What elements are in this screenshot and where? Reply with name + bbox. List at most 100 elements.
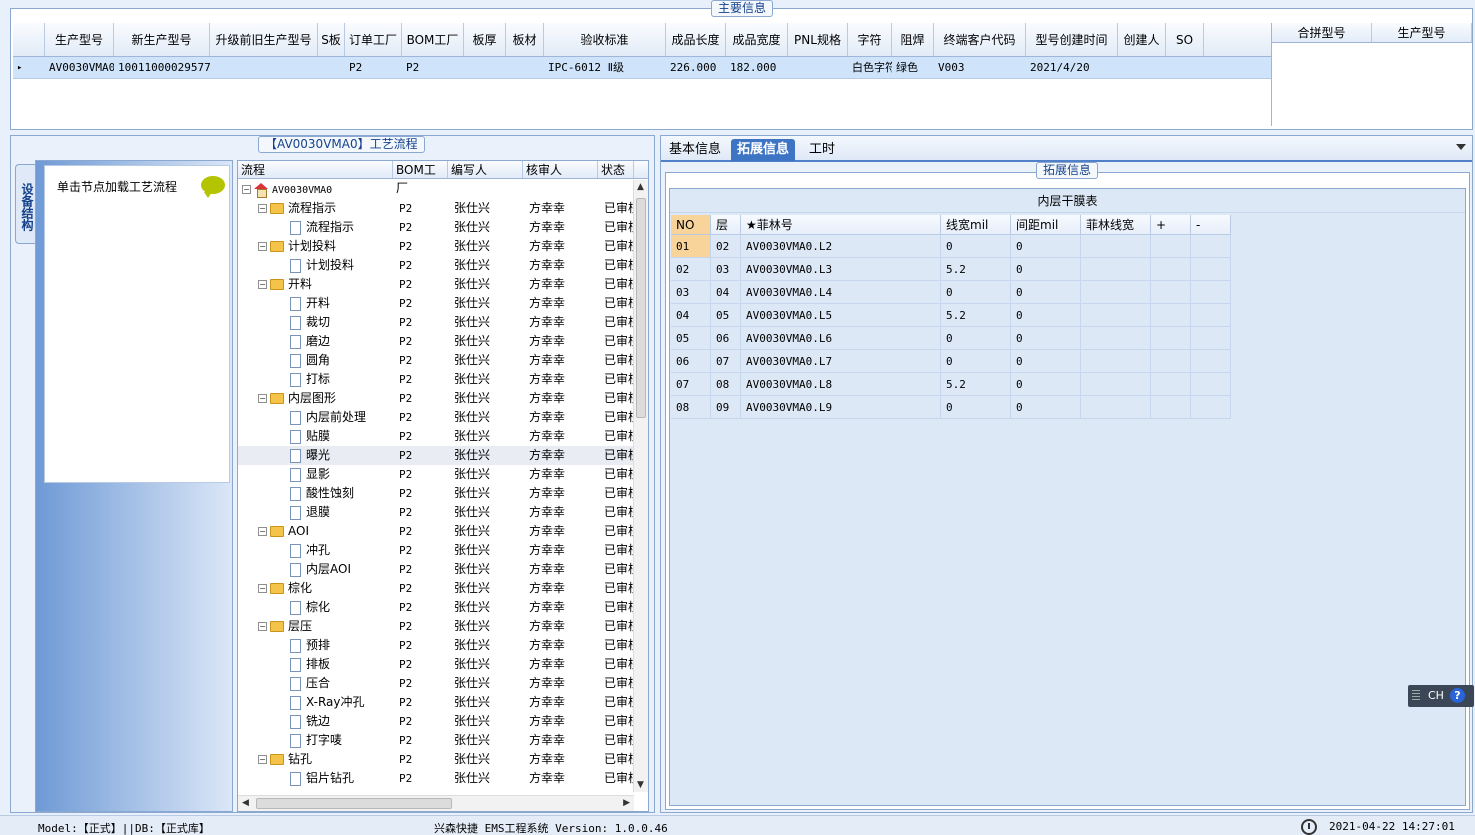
tree-node[interactable]: 酸性蚀刻 P2 张仕兴 方幸幸 已审核 [238, 484, 634, 503]
tree-node-name-cell[interactable]: − 钻孔 [238, 750, 393, 769]
column-header[interactable]: + [1151, 215, 1191, 235]
table-cell[interactable]: AV0030VMA0 [45, 57, 114, 78]
tree-node[interactable]: 磨边 P2 张仕兴 方幸幸 已审核 [238, 332, 634, 351]
collapse-icon[interactable]: − [258, 755, 267, 764]
table-row[interactable]: 03 04 AV0030VMA0.L4 0 0 [671, 281, 1231, 304]
table-cell[interactable]: 05 [671, 327, 711, 350]
table-cell[interactable]: 08 [711, 373, 741, 396]
tree-node[interactable]: 计划投料 P2 张仕兴 方幸幸 已审核 [238, 256, 634, 275]
collapse-icon[interactable]: − [258, 622, 267, 631]
column-header[interactable]: 终端客户代码 [934, 23, 1026, 56]
scroll-right-icon[interactable]: ▶ [623, 798, 630, 808]
table-cell[interactable] [318, 57, 345, 78]
column-header[interactable]: 升级前旧生产型号 [210, 23, 318, 56]
table-cell[interactable]: AV0030VMA0.L2 [741, 235, 941, 258]
ime-toolbar[interactable]: CH ? [1408, 685, 1474, 707]
table-cell[interactable]: 0 [941, 281, 1011, 304]
tree-node[interactable]: 铝片钻孔 P2 张仕兴 方幸幸 已审核 [238, 769, 634, 788]
table-cell[interactable]: 0 [941, 327, 1011, 350]
table-cell[interactable]: 0 [1011, 281, 1081, 304]
table-cell[interactable] [1191, 281, 1231, 304]
column-header[interactable]: 验收标准 [544, 23, 666, 56]
tree-node[interactable]: − 流程指示 P2 张仕兴 方幸幸 已审核 [238, 199, 634, 218]
tree-node-name-cell[interactable]: − 计划投料 [238, 237, 393, 256]
table-cell[interactable]: 5.2 [941, 258, 1011, 281]
column-header[interactable]: 订单工厂 [345, 23, 402, 56]
table-cell[interactable]: P2 [402, 57, 464, 78]
table-cell[interactable] [1151, 281, 1191, 304]
tree-node-name-cell[interactable]: 内层前处理 [238, 408, 393, 427]
table-cell[interactable]: 0 [1011, 327, 1081, 350]
table-row[interactable]: ▸ AV0030VMA0 10011000029577 P2 P2 IPC-6012 Ⅱ级… [13, 57, 1271, 79]
tree-vertical-scrollbar[interactable]: ▲ ▼ [633, 180, 648, 792]
table-cell[interactable] [1081, 373, 1151, 396]
tree-node-name-cell[interactable]: 排板 [238, 655, 393, 674]
column-header[interactable]: 成品宽度 [726, 23, 788, 56]
table-cell[interactable] [1191, 258, 1231, 281]
tree-node[interactable]: 显影 P2 张仕兴 方幸幸 已审核 [238, 465, 634, 484]
table-cell[interactable] [1191, 235, 1231, 258]
tree-node-name-cell[interactable]: 开料 [238, 294, 393, 313]
table-cell[interactable]: P2 [345, 57, 402, 78]
tree-node[interactable]: 内层前处理 P2 张仕兴 方幸幸 已审核 [238, 408, 634, 427]
tab-extension-info[interactable]: 拓展信息 [731, 139, 796, 161]
scroll-up-icon[interactable]: ▲ [637, 182, 644, 192]
tree-node-name-cell[interactable]: 磨边 [238, 332, 393, 351]
table-cell[interactable]: 0 [941, 396, 1011, 419]
scrollbar-thumb[interactable] [636, 198, 646, 418]
help-icon[interactable]: ? [1450, 688, 1465, 703]
table-cell[interactable] [1151, 327, 1191, 350]
tree-node-name-cell[interactable]: 酸性蚀刻 [238, 484, 393, 503]
table-cell[interactable]: AV0030VMA0.L8 [741, 373, 941, 396]
tree-node-name-cell[interactable]: 内层AOI [238, 560, 393, 579]
table-cell[interactable] [1151, 396, 1191, 419]
column-header[interactable]: 型号创建时间 [1026, 23, 1118, 56]
tree-node-name-cell[interactable]: − 流程指示 [238, 199, 393, 218]
tree-node-name-cell[interactable]: X-Ray冲孔 [238, 693, 393, 712]
table-cell[interactable] [1151, 350, 1191, 373]
column-header[interactable]: PNL规格 [788, 23, 848, 56]
collapse-icon[interactable]: − [258, 242, 267, 251]
column-header[interactable]: 层 [711, 215, 741, 235]
table-cell[interactable]: 绿色 [892, 57, 934, 78]
table-cell[interactable]: 5.2 [941, 304, 1011, 327]
column-header[interactable]: 生产型号 [1372, 23, 1472, 42]
collapse-icon[interactable]: − [258, 394, 267, 403]
column-header[interactable]: 新生产型号 [114, 23, 210, 56]
column-header[interactable]: 字符 [848, 23, 892, 56]
tree-node[interactable]: 铣边 P2 张仕兴 方幸幸 已审核 [238, 712, 634, 731]
column-header[interactable]: 流程 [238, 161, 393, 178]
table-cell[interactable]: 白色字符 [848, 57, 892, 78]
column-header[interactable]: 状态 [598, 161, 634, 178]
table-cell[interactable]: 0 [1011, 304, 1081, 327]
tree-node[interactable]: 裁切 P2 张仕兴 方幸幸 已审核 [238, 313, 634, 332]
table-cell[interactable] [1191, 304, 1231, 327]
table-cell[interactable]: 2021/4/20 [1026, 57, 1118, 78]
tree-node[interactable]: 预排 P2 张仕兴 方幸幸 已审核 [238, 636, 634, 655]
table-row[interactable]: 07 08 AV0030VMA0.L8 5.2 0 [671, 373, 1231, 396]
tree-node-name-cell[interactable]: − 棕化 [238, 579, 393, 598]
table-cell[interactable] [1151, 258, 1191, 281]
column-header[interactable]: ★菲林号 [741, 215, 941, 235]
tree-node-name-cell[interactable]: 贴膜 [238, 427, 393, 446]
table-cell[interactable]: 10011000029577 [114, 57, 210, 78]
table-cell[interactable]: 0 [1011, 258, 1081, 281]
column-header[interactable]: 菲林线宽 [1081, 215, 1151, 235]
table-row[interactable]: 04 05 AV0030VMA0.L5 5.2 0 [671, 304, 1231, 327]
column-header[interactable]: 生产型号 [45, 23, 114, 56]
tree-node[interactable]: − 层压 P2 张仕兴 方幸幸 已审核 [238, 617, 634, 636]
tree-node[interactable]: − AV0030VMA0 [238, 180, 634, 199]
tree-node-name-cell[interactable]: 冲孔 [238, 541, 393, 560]
tree-node[interactable]: 打字唛 P2 张仕兴 方幸幸 已审核 [238, 731, 634, 750]
column-header[interactable]: SO [1166, 23, 1204, 56]
tree-horizontal-scrollbar[interactable]: ◀ ▶ [238, 795, 634, 811]
table-row[interactable]: 02 03 AV0030VMA0.L3 5.2 0 [671, 258, 1231, 281]
tree-node-name-cell[interactable]: 打字唛 [238, 731, 393, 750]
tree-node[interactable]: − 计划投料 P2 张仕兴 方幸幸 已审核 [238, 237, 634, 256]
column-header[interactable]: 间距mil [1011, 215, 1081, 235]
column-header[interactable]: 板厚 [464, 23, 506, 56]
tree-node-name-cell[interactable]: − AOI [238, 522, 393, 541]
tree-node-name-cell[interactable]: 打标 [238, 370, 393, 389]
column-header[interactable]: 线宽mil [941, 215, 1011, 235]
table-cell[interactable] [1081, 396, 1151, 419]
